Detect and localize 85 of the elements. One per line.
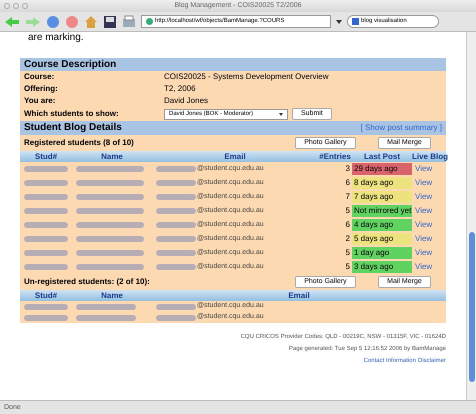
blurred-text [24,249,68,257]
blurred-text [24,302,68,310]
entries-cell-text: 2 [344,233,351,245]
last-post-cell: 1 day ago [352,247,412,259]
blurred-text [76,179,144,187]
field-label: You are: [24,95,56,107]
blurred-text [156,302,196,310]
last-post-cell: 29 days ago [352,163,412,175]
blurred-text [76,207,144,215]
blurred-text [76,249,144,257]
field-label: Offering: [24,83,59,95]
intro-text: are marking. [28,32,85,44]
blurred-text [76,263,144,271]
field-value: COIS20025 - Systems Development Overview [164,71,330,83]
entries-cell-text: 6 [344,219,351,231]
last-post-cell: 3 days ago [352,261,412,273]
column-header: Live Blog [412,151,446,162]
floppy-icon[interactable] [103,14,117,28]
summary-link[interactable]: [ Show post summary ] [360,121,442,135]
column-header: Name [100,290,124,301]
section-title: Student Blog Details [24,121,122,135]
entries-cell-text: 6 [344,177,351,189]
blurred-text [24,179,68,187]
last-post-cell: 5 days ago [352,233,412,245]
view-link[interactable]: View [412,191,446,203]
caret-icon [279,112,283,116]
view-link[interactable]: View [412,219,446,231]
entries-cell-text: 3 [344,163,351,175]
field-label: Course: [24,71,56,83]
view-link[interactable]: View [412,177,446,189]
entries-cell-text: 7 [344,191,351,203]
home-icon[interactable] [84,14,98,28]
column-header: Email [223,151,247,162]
view-link[interactable]: View [412,205,446,217]
last-post-cell: 4 days ago [352,219,412,231]
blurred-text [156,165,196,173]
blurred-text [76,302,136,310]
group-title: Un-registered students: (2 of 10): [24,276,151,288]
blurred-text [76,221,144,229]
entries-cell-text: 5 [344,205,351,217]
back-arrow-icon[interactable] [4,16,20,28]
field-label: Which students to show: [24,108,120,120]
blurred-text [24,207,68,215]
blurred-text [24,221,68,229]
blurred-text [24,235,68,243]
blurred-text [76,235,144,243]
column-header: Email [287,290,311,301]
dropdown-icon[interactable] [336,20,342,24]
blurred-text [156,249,196,257]
column-header: Name [100,151,124,162]
view-link[interactable]: View [412,233,446,245]
blurred-text [24,314,68,322]
field-value: David Jones [164,95,210,107]
entries-cell-text: 5 [344,261,351,273]
view-link[interactable]: View [412,261,446,273]
blurred-text [156,207,196,215]
last-post-cell: 8 days ago [352,177,412,189]
blurred-text [156,314,196,322]
column-header: Last Post [362,151,401,162]
last-post-cell: Not mirrored yet [352,205,412,217]
blurred-text [76,165,144,173]
forward-arrow-icon[interactable] [25,16,41,28]
view-link[interactable]: View [412,247,446,259]
column-header: #Entries [318,151,352,162]
blurred-text [76,314,136,322]
print-icon[interactable] [122,14,136,28]
globe-icon [146,18,153,25]
blurred-text [156,193,196,201]
blurred-text [156,221,196,229]
blurred-text [24,193,68,201]
view-link[interactable]: View [412,163,446,175]
blurred-text [76,193,144,201]
group-title: Registered students (8 of 10) [24,137,135,149]
last-post-cell: 7 days ago [352,191,412,203]
entries-cell-text: 5 [344,247,351,259]
blurred-text [24,263,68,271]
column-header: Stud# [34,151,58,162]
field-value: T2, 2006 [164,83,197,95]
column-header: Stud# [34,290,58,301]
blurred-text [156,263,196,271]
blurred-text [156,179,196,187]
blurred-text [156,235,196,243]
blurred-text [24,165,68,173]
scrollbar[interactable] [466,32,476,400]
section-header: Course Description [20,58,446,71]
